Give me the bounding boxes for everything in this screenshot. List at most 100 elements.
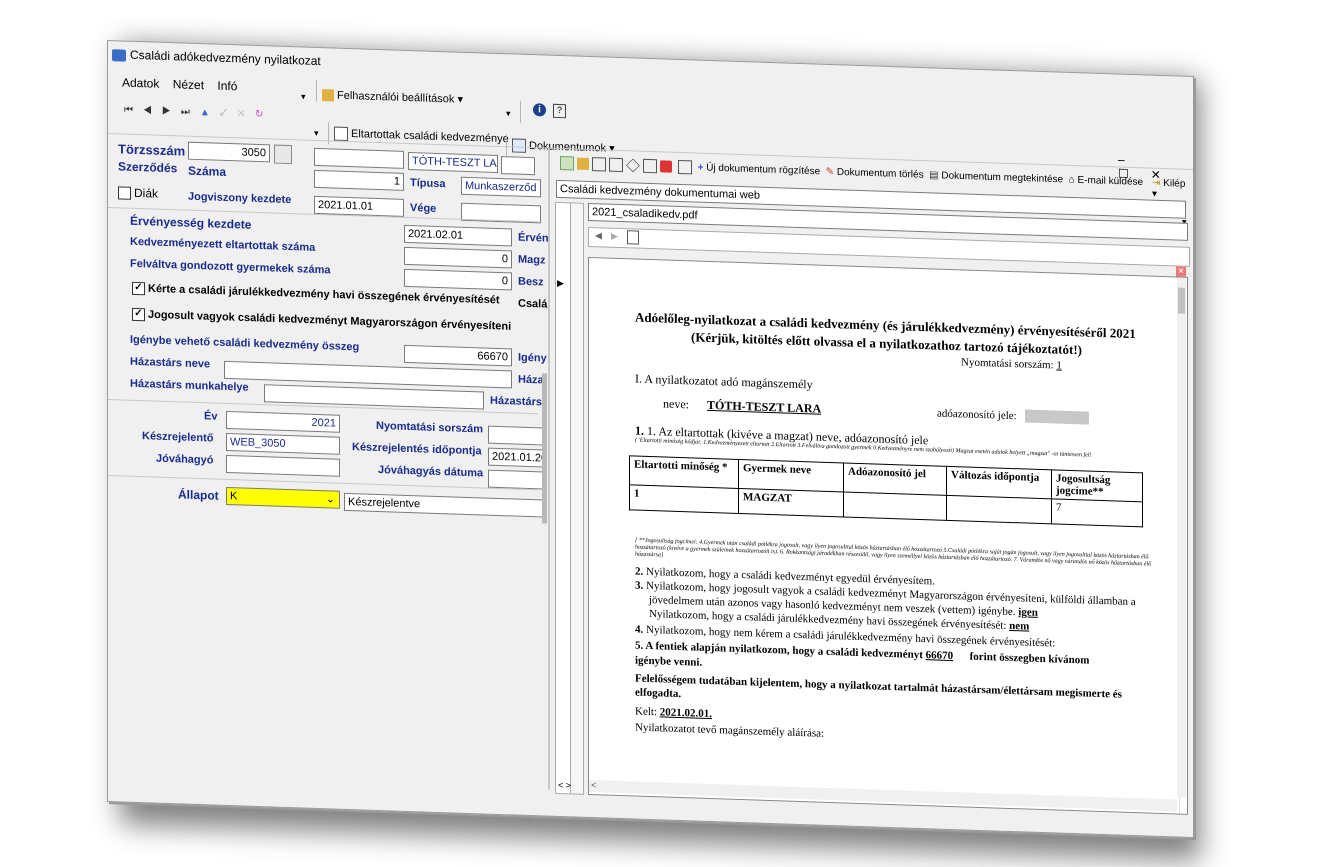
pdf-name-row: neve: TÓTH-TESZT LARA (663, 396, 822, 416)
scan-icon[interactable] (677, 159, 692, 175)
add-folder-icon[interactable] (560, 156, 574, 171)
diak-check-box[interactable] (118, 186, 131, 201)
tag-icon[interactable] (626, 158, 640, 173)
menu-bar: Adatok Nézet Infó (122, 75, 247, 93)
nyomtatasi-input[interactable] (488, 425, 544, 446)
gondozott-input[interactable]: 0 (404, 268, 512, 291)
pdf-search-icon[interactable] (627, 230, 639, 245)
pdf-page: Adóelőleg-nyilatkozat a családi kedvezmé… (589, 257, 1180, 814)
menu-nezet[interactable]: Nézet (173, 77, 204, 92)
pdf-next-icon[interactable]: ▶ (611, 231, 618, 242)
torzsszam-input[interactable]: 3050 (188, 141, 270, 163)
pdf-close-icon[interactable]: ✕ (1176, 266, 1186, 277)
ervenyesseg-input[interactable]: 2021.02.01 (404, 224, 512, 247)
magz-cut-label: Magz (518, 253, 546, 267)
up-icon[interactable]: ▲ (200, 107, 220, 119)
view-document-button[interactable]: ▤ Dokumentum megtekintése (929, 170, 1063, 185)
jogosult-checkbox[interactable]: ✓ Jogosult vagyok családi kedvezményt Mag… (132, 307, 511, 334)
plus-icon: + (697, 162, 704, 174)
jovahagyas-label: Jóváhagyás dátuma (378, 463, 484, 480)
blank-field-1[interactable] (314, 147, 404, 169)
hazastars-nev-label: Házastárs neve (130, 355, 211, 371)
prev-record-icon[interactable]: ◀ (143, 105, 162, 117)
doc-side-strip-2 (570, 202, 584, 795)
pdf-vertical-scrollbar[interactable] (1177, 277, 1186, 798)
folder-icon (322, 89, 334, 102)
exit-button[interactable]: ⇥ Kilép ▾ (1152, 178, 1193, 201)
last-record-icon[interactable]: ⏭ (181, 106, 200, 118)
settings-dropdown-icon[interactable]: ▾ (506, 108, 511, 119)
keszrejelento-label: Készrejelentő (142, 430, 214, 445)
grid-icon[interactable] (609, 157, 623, 173)
new-document-button[interactable]: + Új dokumentum rögzítése (698, 162, 821, 177)
jarulek-check-box[interactable]: ✓ (132, 281, 145, 296)
next-record-icon[interactable]: ▶ (162, 106, 181, 118)
edit-doc-icon (334, 126, 348, 141)
szama-input[interactable]: 1 (314, 169, 404, 191)
pdf-taxid-label: adóazonosító jele: (937, 407, 1017, 423)
help-icon[interactable]: ? (553, 103, 566, 119)
csal-cut-label: Csalá (518, 297, 548, 311)
tree-icon[interactable] (592, 157, 606, 172)
pdf-scroll-thumb[interactable] (1178, 287, 1185, 314)
info-icon[interactable]: i (533, 103, 546, 117)
minimize-icon[interactable]: – (1118, 153, 1147, 168)
igenybe-input[interactable]: 66670 (404, 344, 512, 367)
email-button[interactable]: ⌂ E-mail küldése (1069, 175, 1143, 188)
open-folder-icon[interactable] (577, 157, 589, 170)
employee-name-field[interactable]: TÓTH-TESZT LARA (408, 151, 498, 173)
jogviszony-label: Jogviszony kezdete (188, 190, 292, 207)
table-header: Eltartotti minőség * (629, 455, 739, 489)
jovahagyo-input[interactable] (226, 454, 340, 477)
cancel-icon[interactable]: ✕ (237, 108, 255, 120)
keszrejelento-input[interactable]: WEB_3050 (226, 432, 340, 455)
tipusa-field[interactable]: Munkaszerződ (461, 176, 541, 198)
ev-label: Év (204, 410, 218, 423)
delete-document-button[interactable]: ✎ Dokumentum törlés (826, 166, 924, 180)
app-icon (112, 48, 126, 62)
scroll-left-icon[interactable]: < (591, 780, 596, 790)
hazastars-munka-label: Házastárs munkahelye (130, 377, 249, 394)
table-header: Jogosultság jogcíme** (1051, 469, 1143, 502)
lookup-icon[interactable] (274, 144, 292, 165)
main-window: Családi adókedvezmény nyilatkozat Adatok… (107, 40, 1194, 839)
haza-cut-label: Háza (518, 373, 544, 387)
confirm-icon[interactable]: ✓ (220, 108, 238, 120)
table-header: Adóazonosító jel (843, 462, 947, 496)
eltartottak-input[interactable]: 0 (404, 246, 512, 269)
expand-arrow-icon[interactable]: ▶ (557, 278, 564, 289)
left-scrollbar[interactable] (542, 373, 547, 524)
ev-input[interactable]: 2021 (226, 410, 340, 433)
blank-field-2[interactable] (501, 156, 535, 176)
jovahagyo-label: Jóváhagyó (156, 452, 214, 467)
first-record-icon[interactable]: ⏮ (124, 105, 143, 117)
table-cell: 7 (1051, 498, 1143, 527)
kesz-ido-label: Készrejelentés időpontja (352, 441, 482, 458)
igeny-cut-label: Igény (518, 351, 547, 365)
table-cell (843, 491, 947, 521)
torzsszam-label: Törzsszám (118, 141, 186, 159)
stop-icon[interactable] (660, 160, 672, 173)
allapot-select[interactable]: K ⌄ (226, 486, 340, 509)
nav-dropdown-icon[interactable]: ▾ (314, 128, 319, 139)
window-title: Családi adókedvezmény nyilatkozat (112, 47, 321, 68)
diak-checkbox[interactable]: Diák (118, 185, 158, 201)
user-settings-button[interactable]: Felhasználói beállítások ▾ (322, 88, 463, 106)
view-icon: ▤ (929, 169, 939, 182)
refresh-icon[interactable]: ↻ (255, 109, 273, 121)
print-icon[interactable] (643, 158, 657, 174)
jovahagyas-input[interactable] (488, 469, 544, 490)
pdf-prev-icon[interactable]: ◀ (595, 230, 602, 241)
vege-label: Vége (410, 202, 437, 215)
kesz-ido-input[interactable]: 2021.01.26 (488, 447, 544, 468)
szerzodes-label: Szerződés (118, 159, 178, 176)
menu-dropdown-icon[interactable]: ▾ (301, 91, 306, 102)
menu-info[interactable]: Infó (217, 79, 237, 94)
splitter[interactable] (548, 149, 550, 790)
menu-adatok[interactable]: Adatok (122, 75, 159, 90)
jogosult-check-box[interactable]: ✓ (132, 307, 145, 322)
side-scroll-arrows[interactable]: < > (558, 780, 571, 790)
szama-label: Száma (188, 163, 227, 179)
eltartottak-label: Kedvezményezett eltartottak száma (130, 235, 316, 254)
table-cell: MAGZAT (738, 488, 844, 517)
